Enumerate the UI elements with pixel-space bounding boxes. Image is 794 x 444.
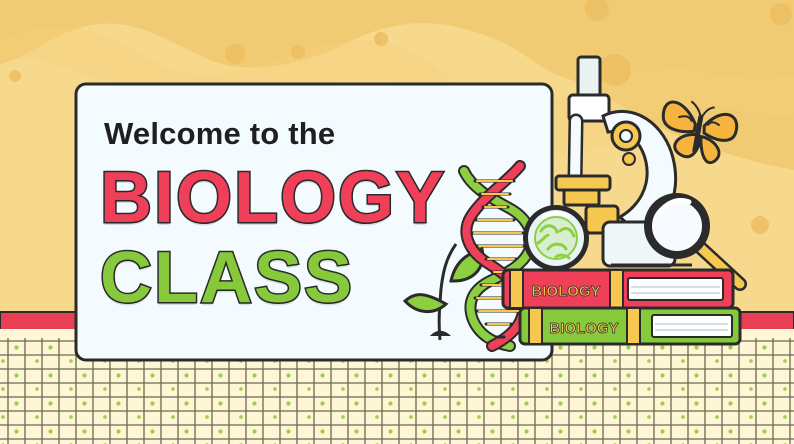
book-icon: BIOLOGY — [518, 306, 742, 346]
book-icon: BIOLOGY — [501, 268, 735, 310]
petri-dish-icon — [523, 205, 589, 271]
biology-slide: BIOLOGY BIOLOGY Welcome to the BIOLOGY C… — [0, 0, 794, 444]
biology-title: BIOLOGY — [98, 158, 447, 238]
bottom-book-label: BIOLOGY — [549, 320, 618, 337]
book-stack: BIOLOGY BIOLOGY — [501, 268, 742, 346]
class-title: CLASS — [98, 238, 355, 318]
welcome-heading: Welcome to the — [104, 116, 336, 151]
top-book-label: BIOLOGY — [531, 283, 600, 300]
